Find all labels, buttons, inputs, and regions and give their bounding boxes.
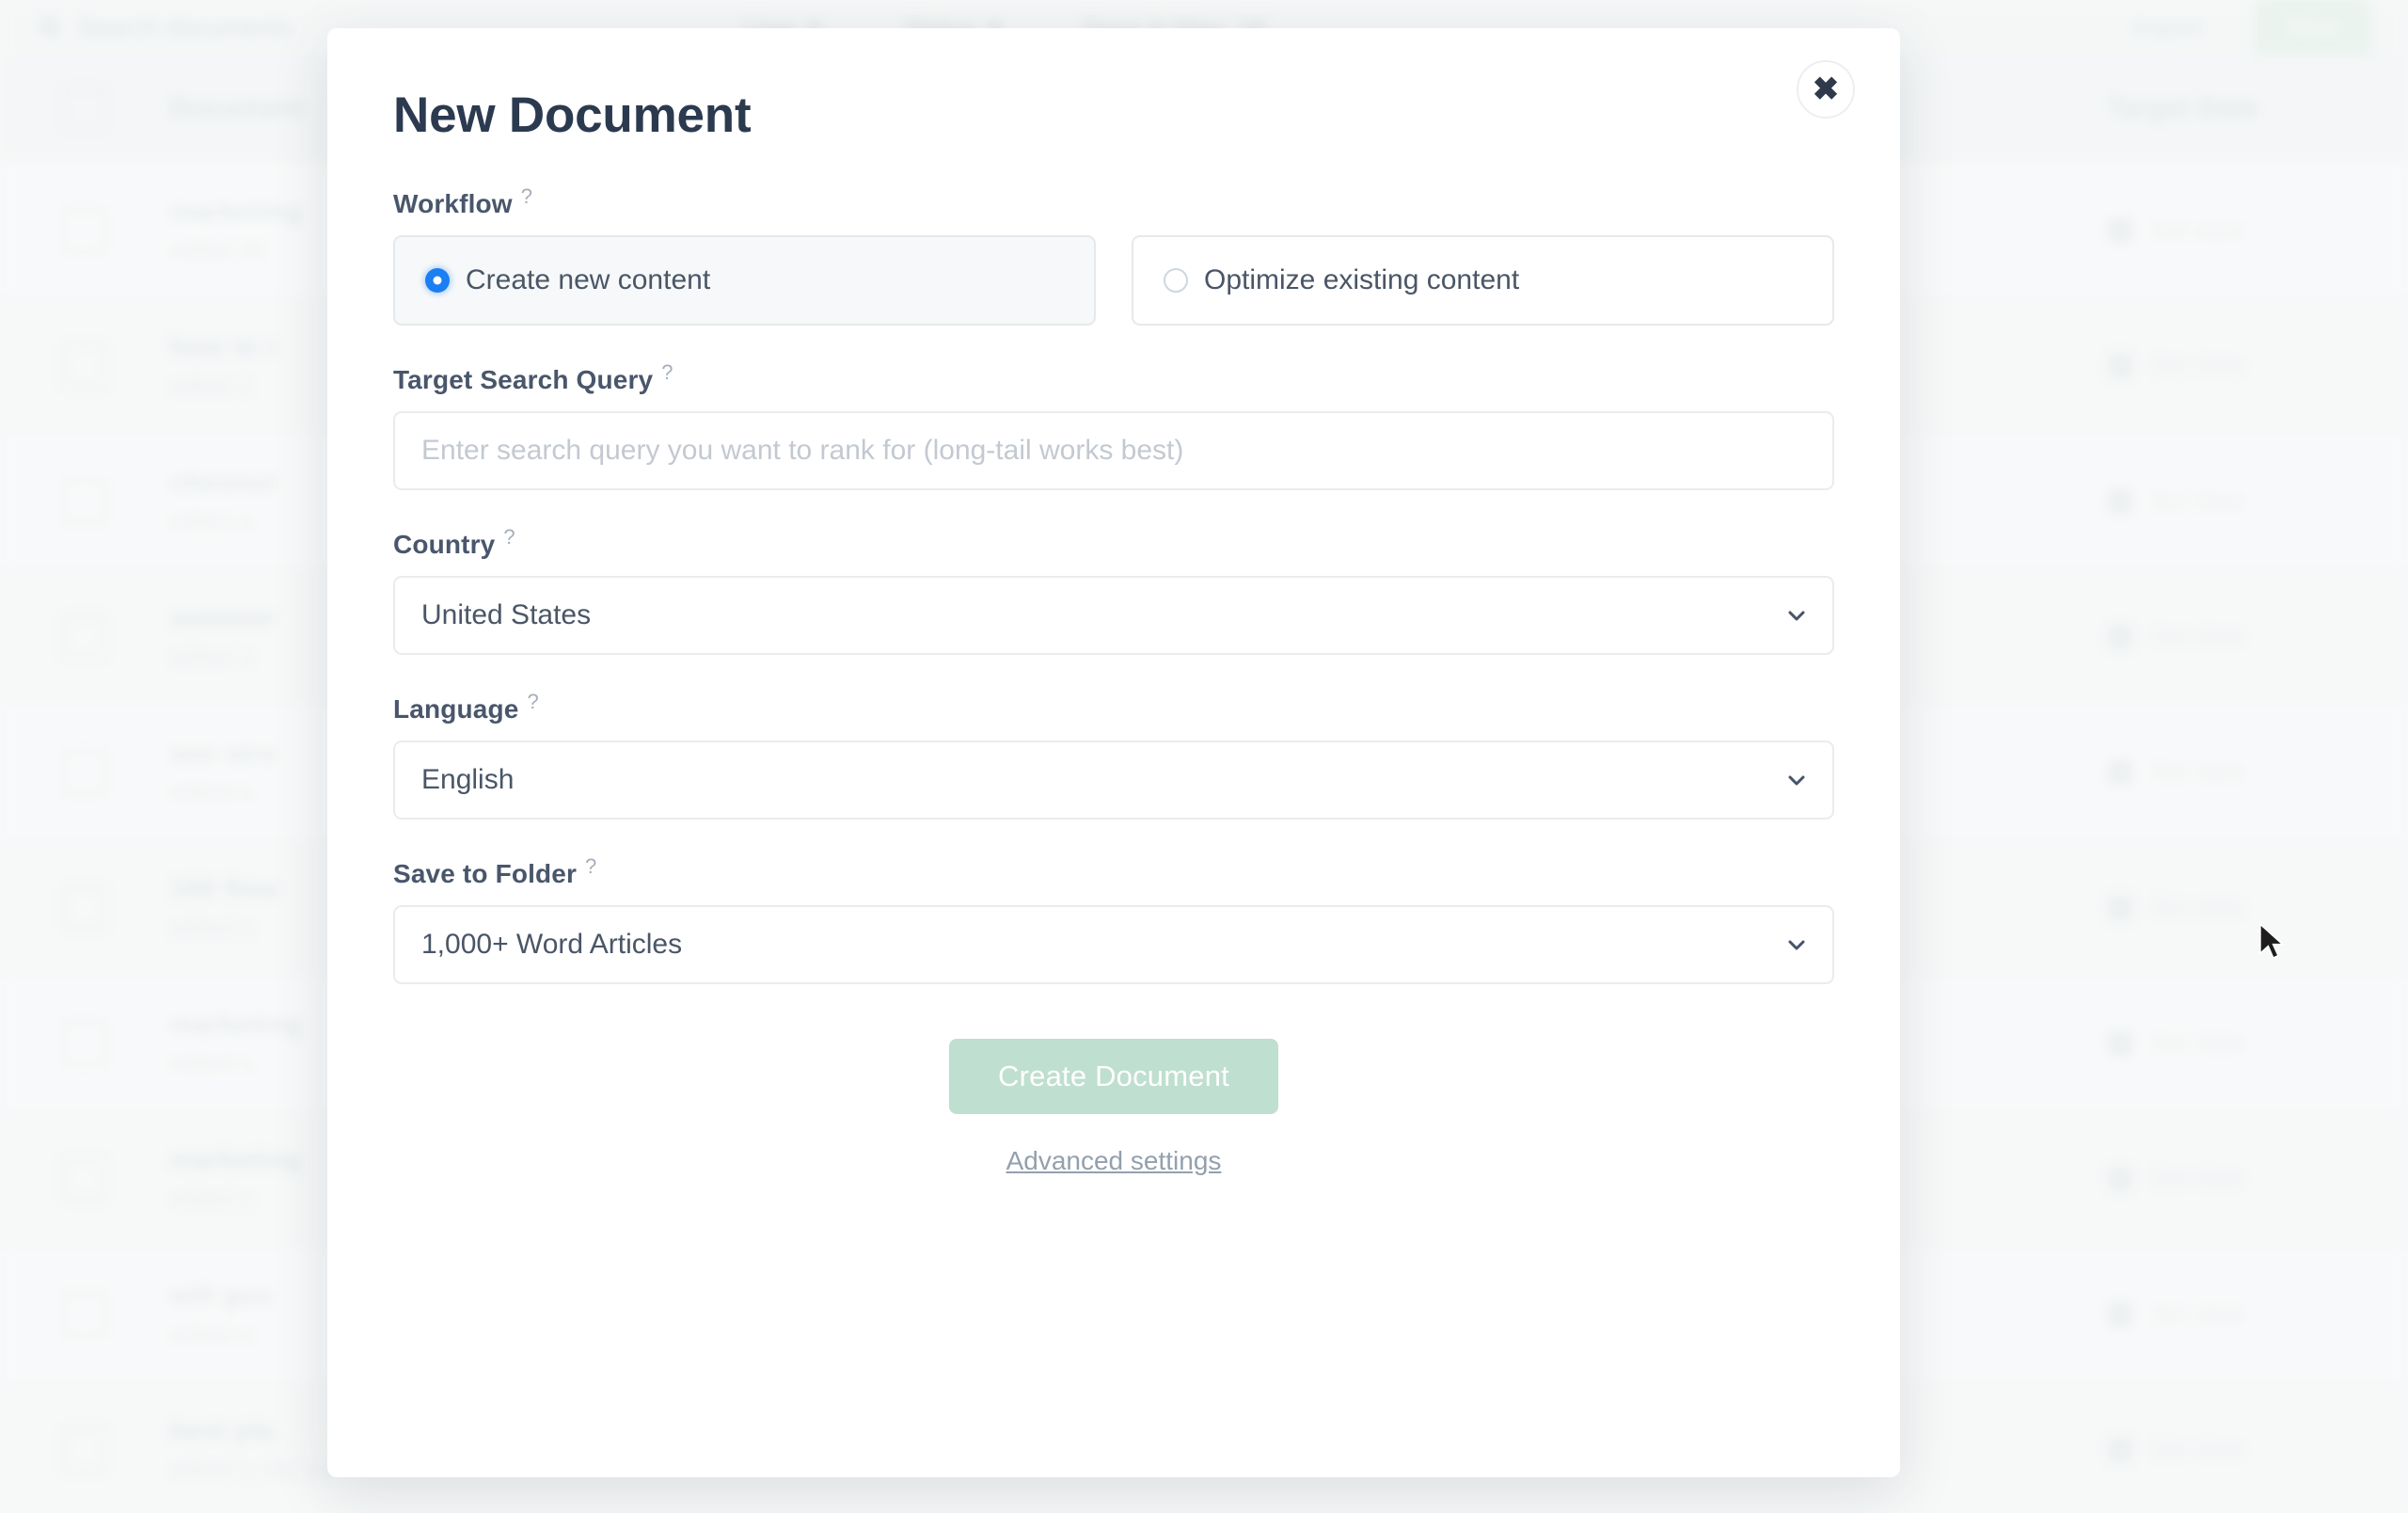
app-root: Search documents User Status Docs in May…: [0, 0, 2408, 1513]
radio-icon-selected[interactable]: [425, 268, 450, 293]
radio-icon-unselected[interactable]: [1164, 268, 1188, 293]
country-select[interactable]: United States: [393, 576, 1834, 655]
country-select-value: United States: [421, 599, 592, 630]
label-language-text: Language: [393, 694, 519, 724]
label-workflow-text: Workflow: [393, 189, 513, 218]
workflow-options: Create new content Optimize existing con…: [393, 235, 1834, 326]
page-title: New Document: [393, 88, 752, 143]
help-icon[interactable]: ?: [661, 362, 673, 383]
save-to-folder-select-value: 1,000+ Word Articles: [421, 929, 683, 960]
help-icon[interactable]: ?: [521, 186, 532, 207]
workflow-option-optimize-existing-label: Optimize existing content: [1204, 264, 1520, 295]
workflow-option-create-new-label: Create new content: [466, 264, 711, 295]
workflow-option-create-new[interactable]: Create new content: [393, 235, 1096, 326]
dialog-body: New Document Workflow ? Create new conte…: [393, 87, 1834, 1176]
label-country: Country ?: [393, 527, 1834, 560]
country-select-wrap: United States: [393, 576, 1834, 655]
help-icon[interactable]: ?: [527, 692, 538, 712]
field-language: Language ? English: [393, 692, 1834, 820]
language-select-wrap: English: [393, 741, 1834, 820]
target-search-query-input[interactable]: [393, 411, 1834, 490]
label-language: Language ?: [393, 692, 1834, 725]
field-workflow: Workflow ? Create new content Optimize e…: [393, 186, 1834, 326]
label-target-search-query: Target Search Query ?: [393, 362, 1834, 395]
label-workflow: Workflow ?: [393, 186, 1834, 219]
language-select-value: English: [421, 764, 515, 795]
advanced-settings-link[interactable]: Advanced settings: [1006, 1146, 1222, 1176]
label-country-text: Country: [393, 530, 496, 559]
help-icon[interactable]: ?: [585, 856, 596, 877]
label-save-to-folder: Save to Folder ?: [393, 856, 1834, 889]
new-document-dialog: ✖ New Document Workflow ? Create new con…: [327, 28, 1900, 1477]
label-target-search-query-text: Target Search Query: [393, 365, 654, 394]
create-document-button[interactable]: Create Document: [949, 1039, 1278, 1114]
field-save-to-folder: Save to Folder ? 1,000+ Word Articles: [393, 856, 1834, 984]
save-to-folder-select[interactable]: 1,000+ Word Articles: [393, 905, 1834, 984]
language-select[interactable]: English: [393, 741, 1834, 820]
workflow-option-optimize-existing[interactable]: Optimize existing content: [1132, 235, 1834, 326]
label-save-to-folder-text: Save to Folder: [393, 859, 578, 888]
field-target-search-query: Target Search Query ?: [393, 362, 1834, 490]
help-icon[interactable]: ?: [503, 527, 515, 548]
save-to-folder-select-wrap: 1,000+ Word Articles: [393, 905, 1834, 984]
field-country: Country ? United States: [393, 527, 1834, 655]
dialog-footer: Create Document Advanced settings: [393, 1039, 1834, 1176]
